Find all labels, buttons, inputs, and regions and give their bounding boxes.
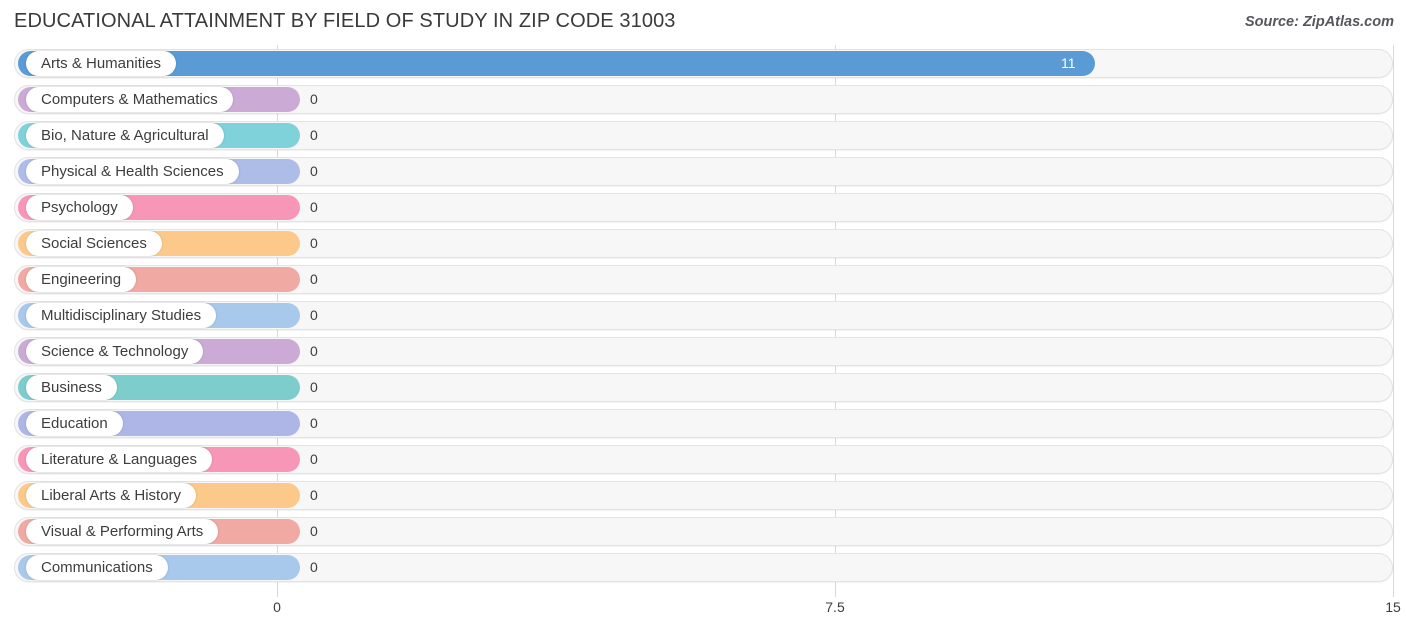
bar-row[interactable]: Visual & Performing Arts 0	[0, 513, 1406, 549]
bar-value-label: 0	[310, 199, 318, 215]
bar-category-label: Computers & Mathematics	[26, 87, 233, 112]
bar-row[interactable]: Education 0	[0, 405, 1406, 441]
bar-category-label: Engineering	[26, 267, 137, 292]
x-axis-tick-label: 7.5	[825, 599, 845, 615]
bar-category-label: Literature & Languages	[26, 447, 212, 472]
bar-category-label: Science & Technology	[26, 339, 204, 364]
bar-category-label: Education	[26, 411, 123, 436]
bar-row[interactable]: Communications 0	[0, 549, 1406, 585]
bar-category-label: Business	[26, 375, 117, 400]
chart-header: EDUCATIONAL ATTAINMENT BY FIELD OF STUDY…	[0, 0, 1406, 45]
source-attribution: Source: ZipAtlas.com	[1244, 14, 1394, 30]
bar-value-label: 0	[310, 91, 318, 107]
bar-row[interactable]: Psychology 0	[0, 189, 1406, 225]
bar-value-label: 0	[310, 523, 318, 539]
bar-category-label: Physical & Health Sciences	[26, 159, 239, 184]
bar-value-label: 11	[1061, 55, 1076, 71]
bar-row[interactable]: Social Sciences 0	[0, 225, 1406, 261]
bar-category-label: Bio, Nature & Agricultural	[26, 123, 224, 148]
bar-category-label: Multidisciplinary Studies	[26, 303, 217, 328]
bar-value-label: 0	[310, 163, 318, 179]
bar-row[interactable]: Arts & Humanities 11	[0, 45, 1406, 81]
bar-category-label: Arts & Humanities	[26, 51, 177, 76]
bar-rows: Arts & Humanities 11 Computers & Mathemati…	[0, 45, 1406, 585]
bar-category-label: Psychology	[26, 195, 133, 220]
bar-category-label: Visual & Performing Arts	[26, 519, 219, 544]
bar-value-label: 0	[310, 307, 318, 323]
bar-value-label: 0	[310, 415, 318, 431]
bar-value-label: 0	[310, 343, 318, 359]
chart-plot-area: Arts & Humanities 11 Computers & Mathemati…	[0, 45, 1406, 597]
bar-row[interactable]: Liberal Arts & History 0	[0, 477, 1406, 513]
bar-fill[interactable]	[18, 51, 1095, 76]
bar-row[interactable]: Business 0	[0, 369, 1406, 405]
bar-row[interactable]: Computers & Mathematics 0	[0, 81, 1406, 117]
bar-category-label: Communications	[26, 555, 168, 580]
bar-category-label: Social Sciences	[26, 231, 162, 256]
bar-value-label: 0	[310, 127, 318, 143]
bar-value-label: 0	[310, 451, 318, 467]
bar-value-label: 0	[310, 271, 318, 287]
x-axis-tick-label: 0	[273, 599, 281, 615]
x-axis-tick-label: 15	[1385, 599, 1401, 615]
bar-category-label: Liberal Arts & History	[26, 483, 197, 508]
page-title: EDUCATIONAL ATTAINMENT BY FIELD OF STUDY…	[14, 10, 676, 32]
bar-value-label: 0	[310, 379, 318, 395]
x-axis: 0 7.5 15	[0, 597, 1406, 632]
bar-row[interactable]: Engineering 0	[0, 261, 1406, 297]
bar-row[interactable]: Science & Technology 0	[0, 333, 1406, 369]
bar-row[interactable]: Physical & Health Sciences 0	[0, 153, 1406, 189]
bar-row[interactable]: Literature & Languages 0	[0, 441, 1406, 477]
bar-value-label: 0	[310, 235, 318, 251]
bar-value-label: 0	[310, 487, 318, 503]
bar-value-label: 0	[310, 559, 318, 575]
bar-row[interactable]: Bio, Nature & Agricultural 0	[0, 117, 1406, 153]
bar-row[interactable]: Multidisciplinary Studies 0	[0, 297, 1406, 333]
